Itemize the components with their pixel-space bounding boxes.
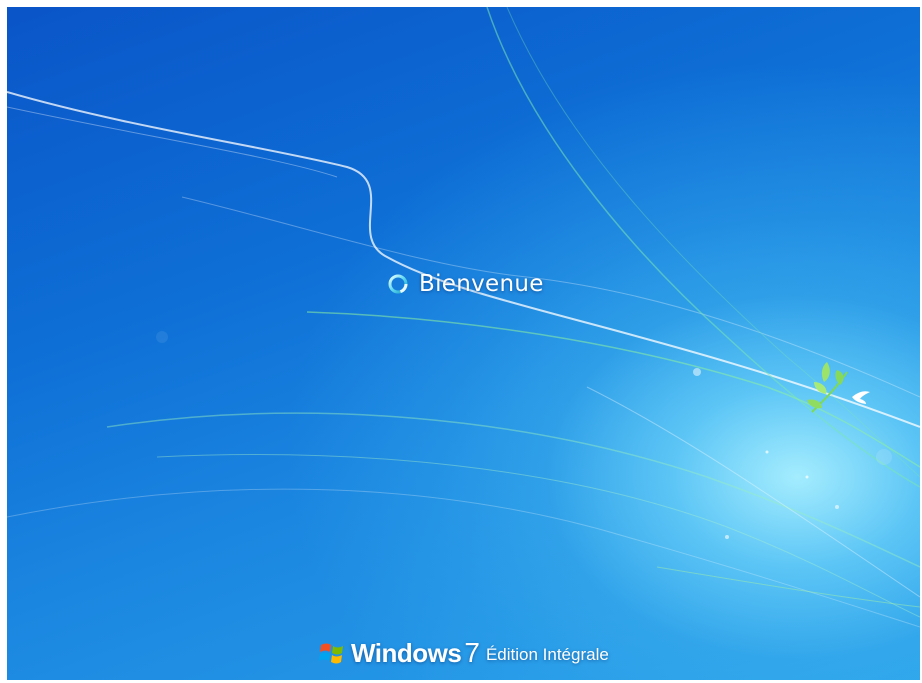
windows-flag-icon: [319, 643, 343, 664]
brand-edition-text: Édition Intégrale: [485, 645, 609, 664]
wallpaper-waves: [7, 7, 920, 628]
welcome-screen: Bienvenue Windows 7 Édition Intégrale: [7, 7, 920, 680]
leaf-and-bird-icon: [807, 362, 870, 413]
welcome-text: Bienvenue: [419, 271, 544, 297]
windows-branding: Windows 7 Édition Intégrale: [319, 635, 609, 667]
welcome-message: Bienvenue: [387, 266, 544, 302]
brand-version-text: 7: [464, 637, 480, 668]
loading-spinner-icon: [388, 274, 408, 294]
brand-windows-text: Windows: [351, 638, 462, 668]
